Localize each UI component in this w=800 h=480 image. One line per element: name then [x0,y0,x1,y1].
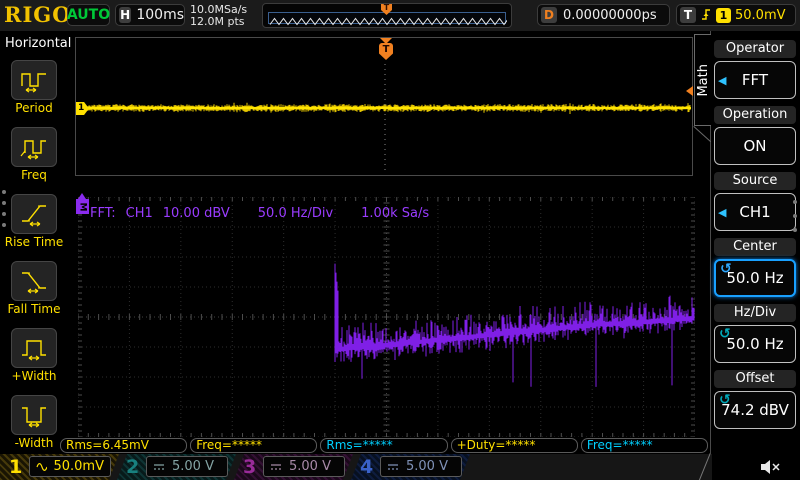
acquisition-info: 10.0MSa/s 12.0M pts [190,4,247,28]
fft-sample-rate: 1.00k Sa/s [361,206,429,221]
menu-item-fall-time[interactable]: Fall Time [11,261,57,301]
menu-item-minus-width[interactable]: -Width [11,395,57,435]
dc-coupling-icon [153,462,166,472]
horizontal-icon: H [119,7,131,23]
measurement-cell: Rms=***** [320,438,447,453]
channel-2-scale-box: 5.00 V [146,456,228,477]
trigger-level-arrow-icon[interactable] [686,86,693,96]
right-scroll-dot [793,200,797,204]
channel-1-scale-box: 50.0mV [29,456,111,477]
right-scroll-dot [793,228,797,232]
left-scroll-dot [2,212,6,216]
ac-coupling-icon [36,462,47,472]
menu-item-source[interactable]: Source ◀ CH1 [714,172,796,231]
channel-3-status[interactable]: 3 5.00 V [234,454,353,480]
bottom-bar-divider [698,453,711,480]
trigger-level-value: 50.0mV [735,8,786,23]
horizontal-timebase-box[interactable]: H 100ms [115,4,185,26]
math-trace-marker[interactable]: M [76,199,89,214]
delay-icon: D [541,7,557,23]
channel-4-scale-box: 5.00 V [380,456,462,477]
measurement-cell: Rms=6.45mV [60,438,187,453]
dc-coupling-icon [387,462,400,472]
channel-1-status[interactable]: 1 50.0mV [0,454,119,480]
fft-source: CH1 [126,206,153,221]
timebase-value: 100ms [136,7,184,23]
run-state-badge: AUTO [67,4,110,26]
trigger-box[interactable]: T 1 50.0mV [676,4,796,26]
waveform-overview[interactable]: T [262,3,512,28]
left-scroll-dot [2,201,6,205]
minus-width-icon [11,395,57,435]
knob-rotate-icon: ↺ [720,261,732,277]
math-tab[interactable]: Math [694,34,711,126]
right-scroll-dot [793,214,797,218]
fft-scale: 10.00 dBV [163,206,230,221]
menu-item-operation[interactable]: Operation ON [714,106,796,165]
fft-hdiv: 50.0 Hz/Div [258,206,333,221]
source-value-button[interactable]: ◀ CH1 [714,193,796,231]
menu-item-center[interactable]: Center ↺ 50.0 Hz [714,238,796,297]
fall-time-icon [11,261,57,301]
trigger-source-badge: 1 [716,8,731,23]
bottom-bar-right [712,454,800,480]
channel-2-status[interactable]: 2 5.00 V [117,454,236,480]
channel-status-bar: 1 50.0mV 2 5.00 V 3 [0,454,800,480]
menu-item-freq[interactable]: Freq [11,127,57,167]
measurement-cell: Freq=***** [581,438,708,453]
time-domain-window: T 1 [75,37,693,176]
rise-time-icon [11,194,57,234]
rising-edge-icon [700,7,712,23]
run-state-label: AUTO [67,7,110,23]
menu-item-rise-time[interactable]: Rise Time [11,194,57,234]
fft-window: FFT: CH1 10.00 dBV 50.0 Hz/Div 1.00k Sa/… [78,197,695,437]
menu-item-plus-width[interactable]: +Width [11,328,57,368]
menu-item-offset[interactable]: Offset ↺ 74.2 dBV [714,370,796,429]
freq-icon [11,127,57,167]
menu-item-hzdiv[interactable]: Hz/Div ↺ 50.0 Hz [714,304,796,363]
chevron-left-icon: ◀ [718,206,726,219]
knob-rotate-icon: ↺ [719,392,731,408]
measurement-cell: Freq=***** [190,438,317,453]
channel-4-status[interactable]: 4 5.00 V [351,454,470,480]
fft-grid-and-trace [78,197,695,437]
ch1-trace [76,38,692,175]
fft-label: FFT: [90,206,116,221]
left-scroll-dot [2,190,6,194]
delay-value: 0.00000000ps [563,8,657,23]
hzdiv-value-button[interactable]: ↺ 50.0 Hz [714,325,796,363]
memory-depth: 12.0M pts [190,16,247,28]
operator-value-button[interactable]: ◀ FFT [714,61,796,99]
left-menu-title: Horizontal [5,36,71,51]
measurement-bar: Rms=6.45mV Freq=***** Rms=***** +Duty=**… [60,438,708,453]
channel-3-scale-box: 5.00 V [263,456,345,477]
knob-rotate-icon: ↺ [719,326,731,342]
center-value-button[interactable]: ↺ 50.0 Hz [714,259,796,297]
overview-wave-icon [269,16,507,28]
speaker-muted-icon [760,459,782,475]
chevron-left-icon: ◀ [718,74,726,87]
offset-value-button[interactable]: ↺ 74.2 dBV [714,391,796,429]
period-icon [11,60,57,100]
math-tab-notch [693,126,711,142]
trigger-icon: T [680,7,696,23]
delay-box[interactable]: D 0.00000000ps [537,4,670,26]
menu-item-period[interactable]: Period [11,60,57,100]
menu-item-operator[interactable]: Operator ◀ FFT [714,40,796,99]
operation-value-button[interactable]: ON [714,127,796,165]
left-scroll-dot [2,223,6,227]
oscilloscope-screen: RIGOL AUTO H 100ms 10.0MSa/s 12.0M pts T… [0,0,800,480]
plus-width-icon [11,328,57,368]
status-bar: RIGOL AUTO H 100ms 10.0MSa/s 12.0M pts T… [0,0,800,31]
dc-coupling-icon [270,462,283,472]
measurement-cell: +Duty=***** [451,438,578,453]
fft-header: FFT: CH1 10.00 dBV 50.0 Hz/Div 1.00k Sa/… [90,206,439,221]
